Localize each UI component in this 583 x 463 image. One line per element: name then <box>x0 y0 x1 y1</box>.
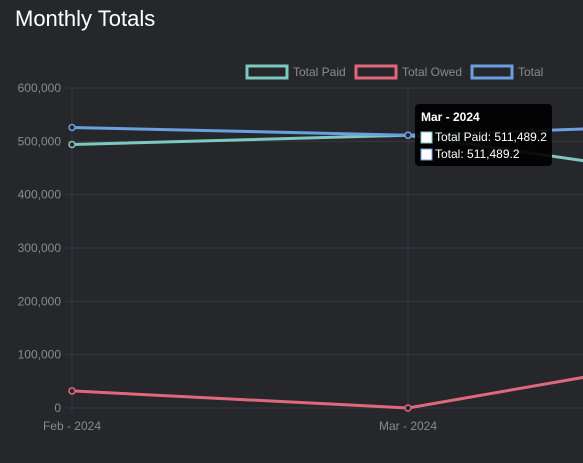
y-tick-label: 600,000 <box>18 81 62 95</box>
y-tick-label: 300,000 <box>18 241 62 255</box>
x-tick-label: Mar - 2024 <box>379 419 437 433</box>
legend-label: Total Owed <box>402 65 462 79</box>
y-tick-label: 0 <box>54 401 61 415</box>
tooltip-swatch <box>420 148 433 161</box>
data-point-total-owed[interactable] <box>404 404 412 412</box>
legend-swatch <box>354 64 398 80</box>
tooltip-line: Total Paid: 511,489.2 <box>435 130 547 144</box>
legend-label: Total <box>518 65 543 79</box>
series-line-total-owed <box>71 375 583 410</box>
y-tick-label: 100,000 <box>18 348 62 362</box>
legend-swatch <box>470 64 514 80</box>
legend-item-total-paid[interactable]: Total Paid <box>245 64 346 80</box>
legend-swatch <box>245 64 289 80</box>
legend-label: Total Paid <box>293 65 346 79</box>
y-tick-label: 500,000 <box>18 134 62 148</box>
chart-panel: Monthly Totals 0 100,000 200,000 300,000 400… <box>0 0 583 463</box>
tooltip-swatch <box>420 131 433 144</box>
tooltip-title: Mar - 2024 <box>421 110 480 124</box>
data-point-total-paid[interactable] <box>68 140 76 149</box>
x-tick-label: Feb - 2024 <box>43 419 101 433</box>
legend-item-total[interactable]: Total <box>470 64 543 80</box>
monthly-totals-chart: 0 100,000 200,000 300,000 400,000 500,000 600,… <box>18 64 583 433</box>
tooltip-line: Total: 511,489.2 <box>435 147 520 161</box>
y-tick-label: 400,000 <box>18 188 62 202</box>
chart-tooltip: Mar - 2024 Total Paid: 511,489.2 Total: 51… <box>415 104 552 166</box>
data-point-total-owed[interactable] <box>68 387 76 395</box>
data-point-total[interactable] <box>68 123 76 132</box>
data-point-total[interactable] <box>404 131 412 139</box>
y-tick-label: 200,000 <box>18 294 62 308</box>
legend-item-total-owed[interactable]: Total Owed <box>354 64 462 80</box>
